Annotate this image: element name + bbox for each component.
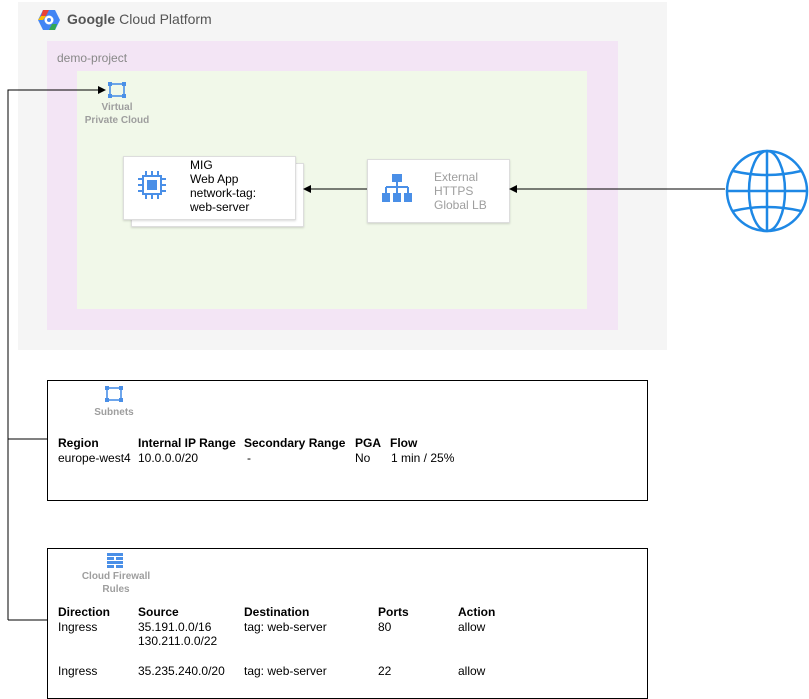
connectors [7,86,725,621]
connector-vpc-tree [7,86,106,620]
